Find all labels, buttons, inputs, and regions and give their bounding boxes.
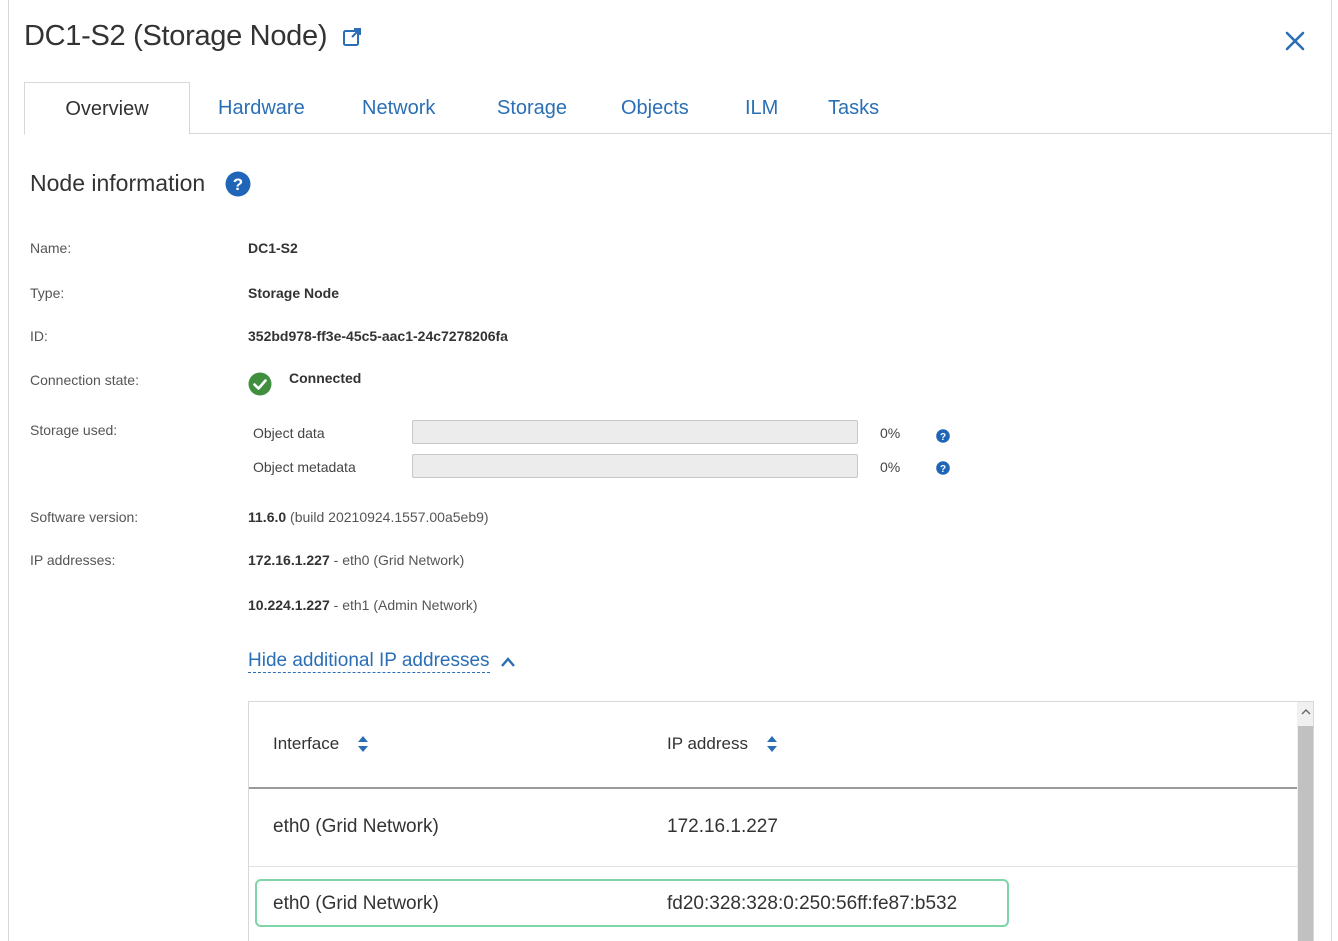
section-title-text: Node information	[30, 170, 206, 196]
storage-used-label: Storage used:	[30, 422, 118, 438]
object-data-label: Object data	[253, 425, 325, 441]
chevron-up-icon[interactable]	[500, 656, 516, 668]
id-label: ID:	[30, 328, 48, 344]
hide-additional-ip-link[interactable]: Hide additional IP addresses	[248, 650, 516, 673]
object-data-percent: 0%	[880, 425, 901, 441]
svg-text:?: ?	[233, 175, 243, 194]
name-value: DC1-S2	[248, 240, 298, 256]
section-title: Node information ?	[30, 170, 251, 197]
table-header: Interface IP address	[249, 702, 1297, 789]
svg-text:?: ?	[940, 432, 946, 443]
check-circle-icon	[248, 372, 272, 396]
object-metadata-bar	[412, 454, 858, 478]
connection-state-value: Connected	[289, 370, 362, 386]
tab-ilm[interactable]: ILM	[745, 82, 778, 134]
tab-bar: Overview Hardware Network Storage Object…	[24, 82, 1332, 135]
connection-state-label: Connection state:	[30, 372, 139, 388]
chevron-up-icon[interactable]	[1301, 708, 1311, 716]
object-metadata-label: Object metadata	[253, 459, 356, 475]
svg-text:?: ?	[940, 464, 946, 475]
ip-address-column-header[interactable]: IP address	[667, 734, 778, 754]
tab-hardware[interactable]: Hardware	[218, 82, 305, 134]
object-metadata-percent: 0%	[880, 459, 901, 475]
ip-address-secondary: 10.224.1.227 - eth1 (Admin Network)	[248, 597, 478, 613]
tab-overview[interactable]: Overview	[24, 82, 190, 135]
id-value: 352bd978-ff3e-45c5-aac1-24c7278206fa	[248, 328, 508, 344]
table-row-highlighted: eth0 (Grid Network) fd20:328:328:0:250:5…	[255, 879, 1009, 927]
interface-cell: eth0 (Grid Network)	[273, 893, 439, 914]
external-link-icon[interactable]	[341, 26, 363, 48]
ip-table: Interface IP address eth0 (Grid Network)…	[248, 701, 1314, 941]
tab-objects[interactable]: Objects	[621, 82, 689, 134]
ip-cell: 172.16.1.227	[667, 816, 778, 837]
tab-network[interactable]: Network	[362, 82, 435, 134]
object-data-bar	[412, 420, 858, 444]
scroll-up-arrow[interactable]	[1297, 702, 1313, 722]
software-version-label: Software version:	[30, 509, 139, 525]
hide-additional-ip-label[interactable]: Hide additional IP addresses	[248, 650, 490, 673]
table-row: eth0 (Grid Network) 172.16.1.227	[249, 791, 1297, 867]
interface-column-header[interactable]: Interface	[273, 734, 369, 754]
help-icon[interactable]: ?	[936, 429, 950, 443]
close-icon[interactable]	[1282, 28, 1308, 54]
type-label: Type:	[30, 285, 65, 301]
ip-address-primary: 172.16.1.227 - eth0 (Grid Network)	[248, 552, 465, 568]
interface-cell: eth0 (Grid Network)	[273, 816, 439, 837]
type-value: Storage Node	[248, 285, 340, 301]
name-label: Name:	[30, 240, 72, 256]
tab-tasks[interactable]: Tasks	[828, 82, 879, 134]
help-icon[interactable]: ?	[225, 171, 251, 197]
ip-addresses-label: IP addresses:	[30, 552, 116, 568]
table-scrollbar[interactable]	[1297, 702, 1313, 941]
scrollbar-thumb[interactable]	[1298, 726, 1313, 941]
page-title: DC1-S2 (Storage Node)	[24, 20, 328, 52]
sort-icon[interactable]	[766, 735, 778, 753]
software-version-value: 11.6.0 (build 20210924.1557.00a5eb9)	[248, 509, 489, 525]
tab-storage[interactable]: Storage	[497, 82, 567, 134]
sort-icon[interactable]	[357, 735, 369, 753]
help-icon[interactable]: ?	[936, 461, 950, 475]
modal-header: DC1-S2 (Storage Node)	[24, 20, 363, 53]
ip-cell: fd20:328:328:0:250:56ff:fe87:b532	[667, 893, 958, 914]
